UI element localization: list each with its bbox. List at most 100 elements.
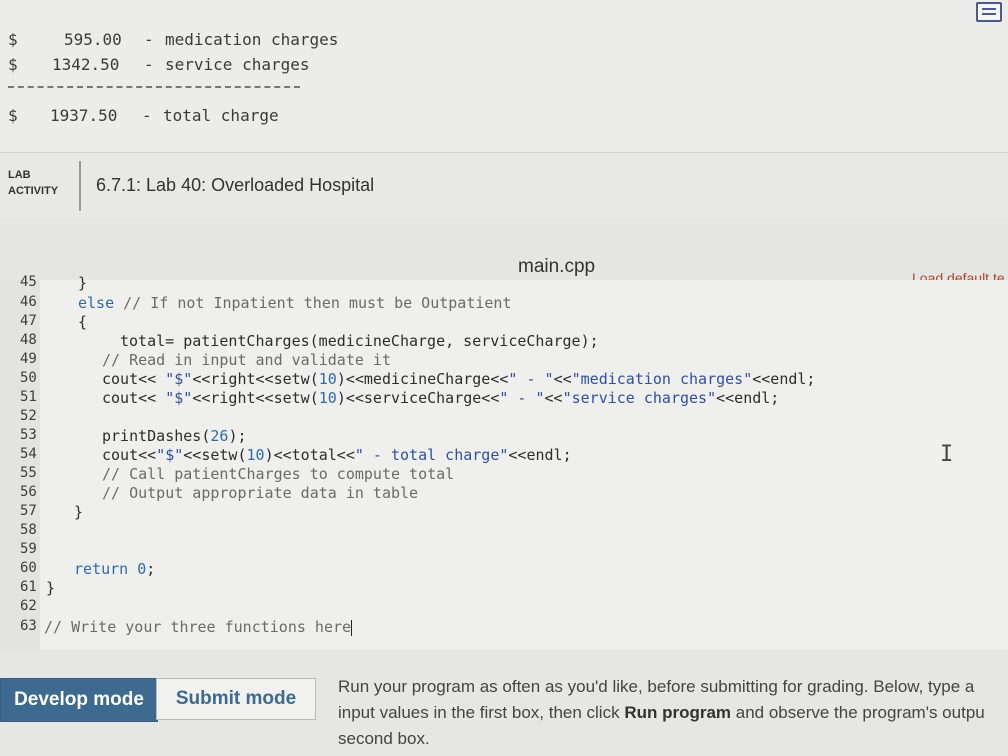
- code-token: <<: [544, 389, 563, 407]
- code-token: );: [228, 427, 247, 445]
- line-number: 62: [20, 598, 37, 614]
- code-line-56: // Output appropriate data in table: [102, 484, 418, 502]
- code-string: "service charges": [562, 389, 717, 407]
- code-line-47: {: [78, 313, 87, 331]
- code-line-54: cout<<"$"<<setw(10)<<total<<" - total ch…: [102, 446, 572, 464]
- code-line-53: printDashes(26);: [102, 427, 247, 445]
- separator: -: [144, 30, 154, 49]
- code-string: "medication charges": [571, 370, 753, 388]
- line-number: 60: [20, 560, 37, 576]
- code-token: <<setw(: [183, 446, 247, 464]
- code-comment: // Call patientCharges to compute total: [102, 465, 455, 483]
- code-token: <<: [553, 370, 572, 388]
- code-token: else: [78, 294, 115, 312]
- line-number: 47: [20, 313, 37, 329]
- code-line-51: cout<< "$"<<right<<setw(10)<<serviceChar…: [102, 389, 779, 407]
- develop-mode-button[interactable]: Develop mode: [0, 678, 158, 722]
- run-program-emphasis: Run program: [624, 703, 732, 722]
- instructions-text: input values in the first box, then clic…: [338, 703, 625, 722]
- mode-bar: Develop mode Submit mode Run your progra…: [0, 660, 1008, 756]
- code-token: <<right<<setw(: [192, 389, 319, 407]
- line-number: 56: [20, 484, 37, 500]
- line-number: 49: [20, 351, 37, 367]
- code-token: }: [46, 579, 56, 597]
- row-label: service charges: [165, 55, 310, 74]
- code-token: {: [78, 313, 88, 331]
- code-token: )<<medicineCharge<<: [336, 370, 509, 388]
- run-instructions: Run your program as often as you'd like,…: [338, 674, 1008, 752]
- code-number: 26: [210, 427, 229, 445]
- text-cursor-icon: I: [940, 442, 954, 467]
- code-token: cout<<: [102, 389, 166, 407]
- currency-symbol: $: [8, 55, 18, 74]
- code-string: "$": [156, 446, 184, 464]
- line-number: 45: [20, 274, 37, 290]
- separator: -: [144, 55, 154, 74]
- code-number: 10: [318, 370, 337, 388]
- line-number: 55: [20, 465, 37, 481]
- file-name: main.cpp: [518, 256, 596, 277]
- separator: -: [142, 106, 152, 125]
- code-token: <<endl;: [508, 446, 572, 464]
- code-line-49: // Read in input and validate it: [102, 351, 391, 369]
- instructions-text: and observe the program's outpu: [731, 703, 985, 722]
- code-line-57: }: [74, 503, 83, 521]
- code-line-63: // Write your three functions here: [44, 618, 353, 636]
- code-line-55: // Call patientCharges to compute total: [102, 465, 454, 483]
- code-string: " - ": [508, 370, 554, 388]
- line-number: 63: [20, 618, 37, 634]
- code-string: " - ": [499, 389, 545, 407]
- lab-activity-header: LAB ACTIVITY 6.7.1: Lab 40: Overloaded H…: [0, 152, 1008, 217]
- line-number: 54: [20, 446, 37, 462]
- code-token: cout<<: [102, 446, 157, 464]
- code-token: ;: [146, 560, 156, 578]
- code-token: <<endl;: [716, 389, 780, 407]
- code-line-50: cout<< "$"<<right<<setw(10)<<medicineCha…: [102, 370, 815, 388]
- code-token: cout<<: [102, 370, 166, 388]
- line-number: 46: [20, 294, 37, 310]
- amount: 595.00: [64, 30, 122, 49]
- submit-mode-button[interactable]: Submit mode: [156, 678, 316, 720]
- code-comment: // Output appropriate data in table: [102, 484, 419, 502]
- line-number: 51: [20, 389, 37, 405]
- code-token: printDashes(: [102, 427, 211, 445]
- sample-output-panel: $595.00- medication charges $1342.50- serv…: [0, 0, 1008, 152]
- lab-activity-tag: LAB ACTIVITY: [8, 167, 58, 199]
- row-label: medication charges: [165, 30, 339, 49]
- code-line-61: }: [46, 579, 55, 597]
- expand-icon[interactable]: [976, 2, 1002, 22]
- code-number: 0: [128, 560, 147, 578]
- code-editor-panel: main.cpp Load default te 45 46 47 48 49 …: [0, 228, 1008, 650]
- code-string: "$": [165, 370, 193, 388]
- line-number: 61: [20, 579, 37, 595]
- code-token: )<<serviceCharge<<: [336, 389, 500, 407]
- dash-separator: [8, 86, 300, 88]
- code-token: }: [74, 503, 84, 521]
- code-line-48: total= patientCharges(medicineCharge, se…: [120, 332, 599, 350]
- currency-symbol: $: [8, 106, 18, 125]
- code-token: }: [78, 274, 88, 292]
- code-string: "$": [165, 389, 193, 407]
- text-caret: [351, 619, 353, 636]
- line-number: 53: [20, 427, 37, 443]
- code-number: 10: [318, 389, 337, 407]
- code-line-45: }: [78, 274, 87, 292]
- amount: 1342.50: [52, 55, 120, 74]
- instructions-line-1: Run your program as often as you'd like,…: [338, 677, 975, 696]
- code-string: " - total charge": [354, 446, 509, 464]
- line-number: 52: [20, 408, 37, 424]
- instructions-line-2: input values in the first box, then clic…: [338, 700, 1008, 726]
- line-number: 57: [20, 503, 37, 519]
- code-token: )<<total<<: [264, 446, 355, 464]
- row-label: total charge: [163, 106, 279, 125]
- code-token: return: [74, 560, 129, 578]
- lab-tag-line1: LAB: [8, 169, 31, 181]
- code-token: total= patientCharges(medicineCharge, se…: [120, 332, 599, 350]
- code-token: <<endl;: [752, 370, 816, 388]
- code-comment: // Read in input and validate it: [102, 351, 391, 369]
- lab-title: 6.7.1: Lab 40: Overloaded Hospital: [96, 175, 375, 195]
- line-number: 58: [20, 522, 37, 538]
- line-number: 59: [20, 541, 37, 557]
- code-area[interactable]: 45 46 47 48 49 50 51 52 53 54 55 56 57 5…: [0, 274, 1008, 650]
- code-line-60: return 0;: [74, 560, 155, 578]
